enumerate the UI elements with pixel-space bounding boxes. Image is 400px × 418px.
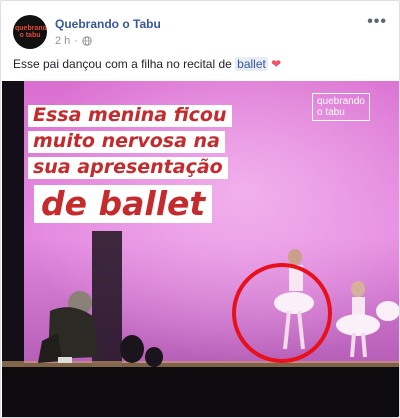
channel-watermark: quebrando o tabu [312,93,370,121]
video-player[interactable]: Essa menina ficou muito nervosa na sua a… [2,81,399,417]
caption-line-4: de ballet [34,185,213,223]
heart-emoji-icon: ❤ [271,57,282,71]
globe-icon[interactable] [82,36,92,46]
hashtag-link[interactable]: ballet [235,57,268,71]
avatar-logo-text: quebrandoo tabu [15,25,47,39]
post-timestamp[interactable]: 2 h [55,35,70,47]
caption-line-3: sua apresentação [28,156,228,179]
feed-post-card: quebrandoo tabu Quebrando o Tabu 2 h · •… [0,0,400,418]
post-meta: 2 h · [55,35,92,47]
ballerina-third [376,301,399,321]
page-avatar[interactable]: quebrandoo tabu [13,15,47,49]
post-message-text: Esse pai dançou com a filha no recital d… [13,57,236,71]
more-options-icon[interactable]: ••• [367,13,387,31]
caption-line-2: muito nervosa na [28,130,225,153]
page-name-link[interactable]: Quebrando o Tabu [55,17,161,31]
caption-line-1: Essa menina ficou [28,104,232,127]
post-message: Esse pai dançou com a filha no recital d… [13,57,281,71]
